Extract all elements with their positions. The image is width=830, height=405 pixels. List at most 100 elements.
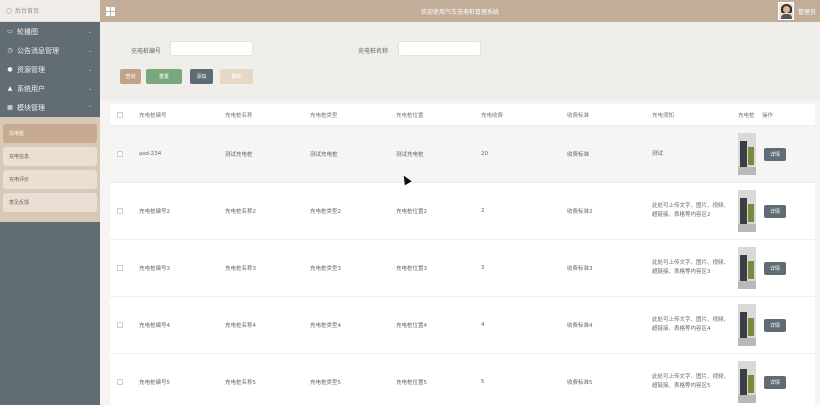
col-header-number: 充电桩编号 bbox=[139, 112, 167, 119]
sidebar-item-modules[interactable]: ▦ 模块管理 ⌃ bbox=[0, 98, 100, 117]
chevron-down-icon: ⌄ bbox=[87, 85, 92, 92]
sidebar-item-label: 系统用户 bbox=[17, 84, 45, 93]
detail-button[interactable]: 详情 bbox=[764, 205, 786, 218]
main-content: 充电桩编号 充电桩名称 查询 重置 添加 删除 充电桩编号 充电桩名称 充电桩类… bbox=[100, 22, 820, 405]
cell-fee: 3 bbox=[481, 265, 485, 271]
sidebar-item-notice[interactable]: ◷ 公告消息管理 ⌄ bbox=[0, 41, 100, 60]
pile-number-input[interactable] bbox=[170, 41, 253, 56]
col-header-name: 充电桩名称 bbox=[225, 112, 253, 119]
cell-fee: 4 bbox=[481, 322, 485, 328]
sidebar-item-resources[interactable]: ● 资源管理 ⌄ bbox=[0, 60, 100, 79]
chevron-down-icon: ⌄ bbox=[87, 66, 92, 73]
cell-standard: 收费标准3 bbox=[567, 266, 593, 272]
reset-button[interactable]: 重置 bbox=[146, 69, 182, 84]
cell-number: 充电桩编号2 bbox=[139, 209, 170, 215]
col-header-notice: 充电须知 bbox=[652, 112, 675, 119]
pile-image bbox=[738, 247, 756, 289]
col-header-action: 操作 bbox=[762, 112, 774, 119]
cell-location: 测试充电桩 bbox=[396, 152, 424, 158]
search-panel: 充电桩编号 充电桩名称 查询 重置 添加 删除 bbox=[100, 22, 820, 100]
image-icon: ▭ bbox=[7, 28, 13, 35]
pile-name-input[interactable] bbox=[398, 41, 481, 56]
sidebar-item-users[interactable]: ▲ 系统用户 ⌄ bbox=[0, 79, 100, 98]
right-margin bbox=[820, 0, 830, 405]
sidebar-sub-charging-pile[interactable]: 充电桩 bbox=[3, 124, 97, 143]
modules-submenu: 充电桩 充电信息 充电评价 意见反馈 bbox=[0, 117, 100, 222]
cell-fee: 5 bbox=[481, 379, 485, 385]
col-header-type: 充电桩类型 bbox=[310, 112, 338, 119]
sidebar-item-carousel[interactable]: ▭ 轮播图 ⌄ bbox=[0, 22, 100, 41]
chevron-down-icon: ⌄ bbox=[87, 28, 92, 35]
pile-image bbox=[738, 304, 756, 346]
row-checkbox[interactable] bbox=[117, 379, 123, 385]
cell-fee: 2 bbox=[481, 208, 485, 214]
chevron-up-icon: ⌃ bbox=[87, 104, 92, 111]
cell-location: 充电桩位置5 bbox=[396, 380, 427, 386]
pile-image bbox=[738, 361, 756, 403]
cell-standard: 收费标准 bbox=[567, 152, 590, 158]
table-row: 充电桩编号2 充电桩名称2 充电桩类型2 充电桩位置2 2 收费标准2 此处可上… bbox=[110, 183, 815, 240]
cell-notice: 此处可上传文字、图片、视频、超链接、表格等内容区3 bbox=[652, 260, 730, 275]
pile-number-label: 充电桩编号 bbox=[131, 48, 162, 55]
detail-button[interactable]: 详情 bbox=[764, 148, 786, 161]
col-header-image: 充电桩 bbox=[738, 112, 755, 119]
cell-location: 充电桩位置4 bbox=[396, 323, 427, 329]
sidebar-sub-charging-review[interactable]: 充电评价 bbox=[3, 170, 97, 189]
cell-number: asd-234 bbox=[139, 151, 162, 157]
detail-button[interactable]: 详情 bbox=[764, 262, 786, 275]
col-header-location: 充电桩位置 bbox=[396, 112, 424, 119]
cell-location: 充电桩位置2 bbox=[396, 209, 427, 215]
query-button[interactable]: 查询 bbox=[120, 69, 141, 84]
pile-image bbox=[738, 190, 756, 232]
cell-name: 充电桩名称5 bbox=[225, 380, 256, 386]
row-checkbox[interactable] bbox=[117, 265, 123, 271]
table-row: 充电桩编号3 充电桩名称3 充电桩类型3 充电桩位置3 3 收费标准3 此处可上… bbox=[110, 240, 815, 297]
grid-icon: ▦ bbox=[7, 104, 13, 111]
cell-number: 充电桩编号3 bbox=[139, 266, 170, 272]
cell-standard: 收费标准5 bbox=[567, 380, 593, 386]
data-table: 充电桩编号 充电桩名称 充电桩类型 充电桩位置 充电收费 收费标准 充电须知 充… bbox=[110, 104, 815, 405]
pile-name-label: 充电桩名称 bbox=[358, 48, 389, 55]
cell-standard: 收费标准4 bbox=[567, 323, 593, 329]
location-icon: ● bbox=[7, 66, 13, 73]
cell-location: 充电桩位置3 bbox=[396, 266, 427, 272]
table-row: asd-234 测试充电桩 测试充电桩 测试充电桩 20 收费标准 测试 详情 bbox=[110, 126, 815, 183]
top-bar: 欢迎使用汽车充电桩管理系统 管理员 bbox=[100, 0, 820, 22]
sidebar-sub-feedback[interactable]: 意见反馈 bbox=[3, 193, 97, 212]
cell-standard: 收费标准2 bbox=[567, 209, 593, 215]
cell-notice: 此处可上传文字、图片、视频、超链接、表格等内容区4 bbox=[652, 317, 730, 332]
row-checkbox[interactable] bbox=[117, 151, 123, 157]
cell-type: 充电桩类型5 bbox=[310, 380, 341, 386]
detail-button[interactable]: 详情 bbox=[764, 376, 786, 389]
user-icon: ▲ bbox=[7, 85, 13, 92]
site-title: 欢迎使用汽车充电桩管理系统 bbox=[420, 8, 499, 16]
cell-type: 充电桩类型2 bbox=[310, 209, 341, 215]
sidebar-item-label: 轮播图 bbox=[17, 27, 38, 36]
clock-icon: ◷ bbox=[7, 47, 13, 54]
user-name[interactable]: 管理员 bbox=[798, 7, 816, 16]
pile-image bbox=[738, 133, 756, 175]
chevron-down-icon: ⌄ bbox=[87, 47, 92, 54]
cell-fee: 20 bbox=[481, 151, 488, 157]
row-checkbox[interactable] bbox=[117, 322, 123, 328]
sidebar: ▭ 轮播图 ⌄ ◷ 公告消息管理 ⌄ ● 资源管理 ⌄ ▲ 系统用户 ⌄ ▦ 模… bbox=[0, 22, 100, 405]
delete-button[interactable]: 删除 bbox=[220, 69, 253, 84]
table-row: 充电桩编号5 充电桩名称5 充电桩类型5 充电桩位置5 5 收费标准5 此处可上… bbox=[110, 354, 815, 405]
detail-button[interactable]: 详情 bbox=[764, 319, 786, 332]
table-row: 充电桩编号4 充电桩名称4 充电桩类型4 充电桩位置4 4 收费标准4 此处可上… bbox=[110, 297, 815, 354]
cell-notice: 此处可上传文字、图片、视频、超链接、表格等内容区2 bbox=[652, 203, 730, 218]
home-link[interactable]: 后台首页 bbox=[0, 0, 100, 22]
cell-notice: 测试 bbox=[652, 150, 664, 157]
cell-type: 充电桩类型4 bbox=[310, 323, 341, 329]
select-all-checkbox[interactable] bbox=[117, 112, 123, 118]
avatar[interactable] bbox=[778, 2, 794, 20]
sidebar-sub-charging-info[interactable]: 充电信息 bbox=[3, 147, 97, 166]
row-checkbox[interactable] bbox=[117, 208, 123, 214]
cell-notice: 此处可上传文字、图片、视频、超链接、表格等内容区5 bbox=[652, 374, 730, 389]
table-header: 充电桩编号 充电桩名称 充电桩类型 充电桩位置 充电收费 收费标准 充电须知 充… bbox=[110, 104, 815, 126]
cell-number: 充电桩编号5 bbox=[139, 380, 170, 386]
home-icon bbox=[6, 7, 12, 14]
col-header-fee: 充电收费 bbox=[481, 112, 504, 119]
add-button[interactable]: 添加 bbox=[190, 69, 213, 84]
sidebar-item-label: 模块管理 bbox=[17, 103, 45, 112]
